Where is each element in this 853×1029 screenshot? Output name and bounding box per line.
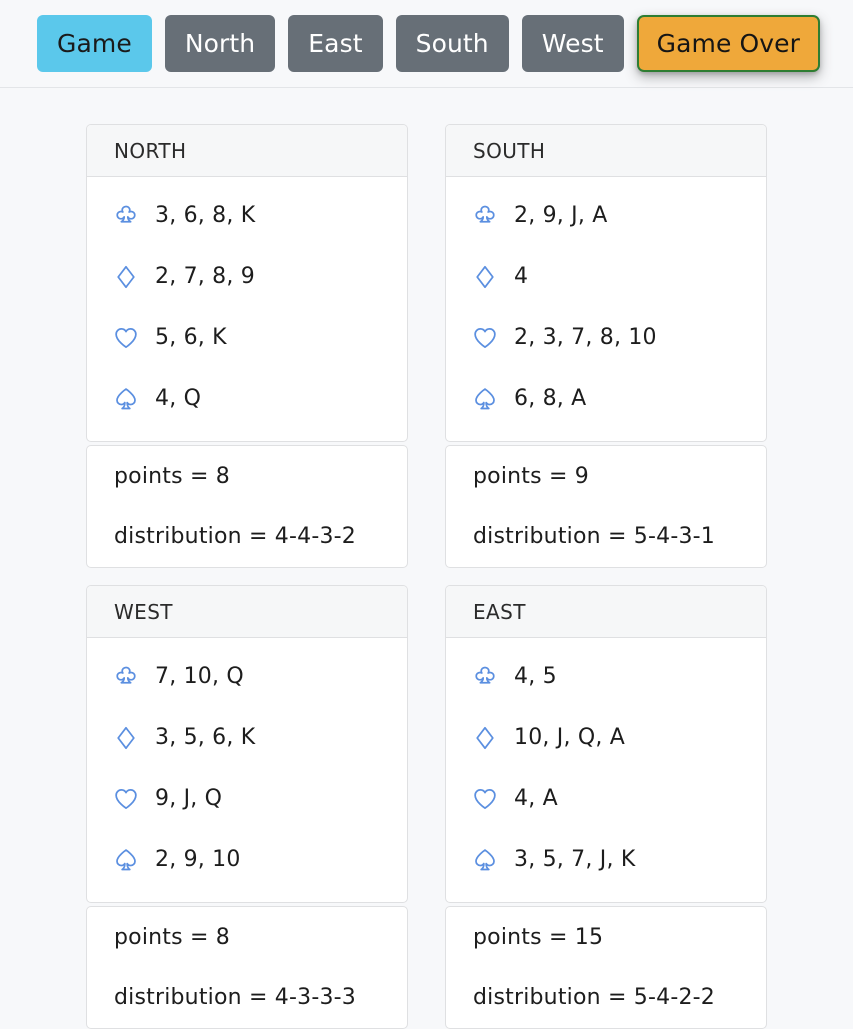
heart-icon — [113, 325, 139, 351]
suit-cards-list: 4, 5 — [514, 664, 557, 689]
suit-row: 5, 6, K — [87, 307, 407, 368]
club-icon — [472, 664, 498, 690]
distribution-line: distribution = 4-4-3-2 — [114, 524, 356, 549]
spade-icon — [113, 847, 139, 873]
diamond-icon — [472, 264, 498, 290]
suit-row: 9, J, Q — [87, 768, 407, 829]
suit-row: 3, 5, 7, J, K — [446, 829, 766, 890]
tab-south[interactable]: South — [395, 15, 509, 72]
seat-title: WEST — [87, 586, 407, 638]
hand-card: WEST 7, 10, Q 3, 5, 6, K 9, J, Q 2, 9, 10 — [86, 585, 408, 903]
suit-row: 4, Q — [87, 368, 407, 429]
suit-cards-list: 7, 10, Q — [155, 664, 244, 689]
distribution-line: distribution = 4-3-3-3 — [114, 985, 356, 1010]
seat-title: EAST — [446, 586, 766, 638]
suit-cards-list: 2, 9, 10 — [155, 847, 241, 872]
suit-cards-list: 2, 7, 8, 9 — [155, 264, 255, 289]
hand-card: NORTH 3, 6, 8, K 2, 7, 8, 9 5, 6, K 4, Q — [86, 124, 408, 442]
hand-body: 2, 9, J, A 4 2, 3, 7, 8, 10 6, 8, A — [446, 177, 766, 441]
tab-game[interactable]: Game — [37, 15, 152, 72]
suit-row: 4 — [446, 246, 766, 307]
stats-card: points = 8 distribution = 4-4-3-2 — [86, 445, 408, 568]
hand-card: SOUTH 2, 9, J, A 4 2, 3, 7, 8, 10 6, 8, A — [445, 124, 767, 442]
suit-row: 4, A — [446, 768, 766, 829]
suit-cards-list: 5, 6, K — [155, 325, 227, 350]
spade-icon — [113, 386, 139, 412]
suit-cards-list: 4, Q — [155, 386, 202, 411]
diamond-icon — [113, 264, 139, 290]
club-icon — [113, 664, 139, 690]
stats-card: points = 15 distribution = 5-4-2-2 — [445, 906, 767, 1029]
seat-panel: NORTH 3, 6, 8, K 2, 7, 8, 9 5, 6, K 4, Q poin… — [86, 124, 408, 568]
heart-icon — [472, 786, 498, 812]
distribution-line: distribution = 5-4-3-1 — [473, 524, 715, 549]
tab-west[interactable]: West — [521, 15, 624, 72]
suit-row: 10, J, Q, A — [446, 707, 766, 768]
tab-east[interactable]: East — [288, 15, 383, 72]
suit-row: 4, 5 — [446, 646, 766, 707]
diamond-icon — [472, 725, 498, 751]
suit-row: 3, 6, 8, K — [87, 185, 407, 246]
suit-row: 2, 9, 10 — [87, 829, 407, 890]
suit-row: 7, 10, Q — [87, 646, 407, 707]
points-line: points = 8 — [114, 464, 230, 489]
suit-cards-list: 3, 5, 7, J, K — [514, 847, 636, 872]
seat-panel: WEST 7, 10, Q 3, 5, 6, K 9, J, Q 2, 9, 10 poi… — [86, 585, 408, 1029]
tab-game-over[interactable]: Game Over — [636, 15, 821, 72]
suit-cards-list: 10, J, Q, A — [514, 725, 626, 750]
hand-body: 4, 5 10, J, Q, A 4, A 3, 5, 7, J, K — [446, 638, 766, 902]
spade-icon — [472, 847, 498, 873]
points-line: points = 9 — [473, 464, 589, 489]
hand-body: 3, 6, 8, K 2, 7, 8, 9 5, 6, K 4, Q — [87, 177, 407, 441]
suit-cards-list: 4 — [514, 264, 529, 289]
tab-bar: Game North East South West Game Over — [0, 0, 853, 88]
diamond-icon — [113, 725, 139, 751]
club-icon — [472, 203, 498, 229]
hand-card: EAST 4, 5 10, J, Q, A 4, A 3, 5, 7, J, K — [445, 585, 767, 903]
suit-cards-list: 3, 6, 8, K — [155, 203, 256, 228]
seat-title: NORTH — [87, 125, 407, 177]
points-line: points = 15 — [473, 925, 604, 950]
suit-cards-list: 9, J, Q — [155, 786, 223, 811]
suit-row: 2, 9, J, A — [446, 185, 766, 246]
seat-panel: EAST 4, 5 10, J, Q, A 4, A 3, 5, 7, J, K poin… — [445, 585, 767, 1029]
suit-row: 2, 3, 7, 8, 10 — [446, 307, 766, 368]
points-line: points = 8 — [114, 925, 230, 950]
suit-cards-list: 4, A — [514, 786, 558, 811]
suit-cards-list: 2, 3, 7, 8, 10 — [514, 325, 657, 350]
heart-icon — [113, 786, 139, 812]
club-icon — [113, 203, 139, 229]
spade-icon — [472, 386, 498, 412]
heart-icon — [472, 325, 498, 351]
suit-row: 2, 7, 8, 9 — [87, 246, 407, 307]
suit-cards-list: 6, 8, A — [514, 386, 587, 411]
suit-cards-list: 2, 9, J, A — [514, 203, 608, 228]
suit-row: 3, 5, 6, K — [87, 707, 407, 768]
suit-cards-list: 3, 5, 6, K — [155, 725, 256, 750]
seat-panel: SOUTH 2, 9, J, A 4 2, 3, 7, 8, 10 6, 8, A poi… — [445, 124, 767, 568]
tab-north[interactable]: North — [164, 15, 276, 72]
stats-card: points = 9 distribution = 5-4-3-1 — [445, 445, 767, 568]
hands-board: NORTH 3, 6, 8, K 2, 7, 8, 9 5, 6, K 4, Q poin… — [0, 88, 853, 1029]
seat-title: SOUTH — [446, 125, 766, 177]
hand-body: 7, 10, Q 3, 5, 6, K 9, J, Q 2, 9, 10 — [87, 638, 407, 902]
stats-card: points = 8 distribution = 4-3-3-3 — [86, 906, 408, 1029]
distribution-line: distribution = 5-4-2-2 — [473, 985, 715, 1010]
suit-row: 6, 8, A — [446, 368, 766, 429]
